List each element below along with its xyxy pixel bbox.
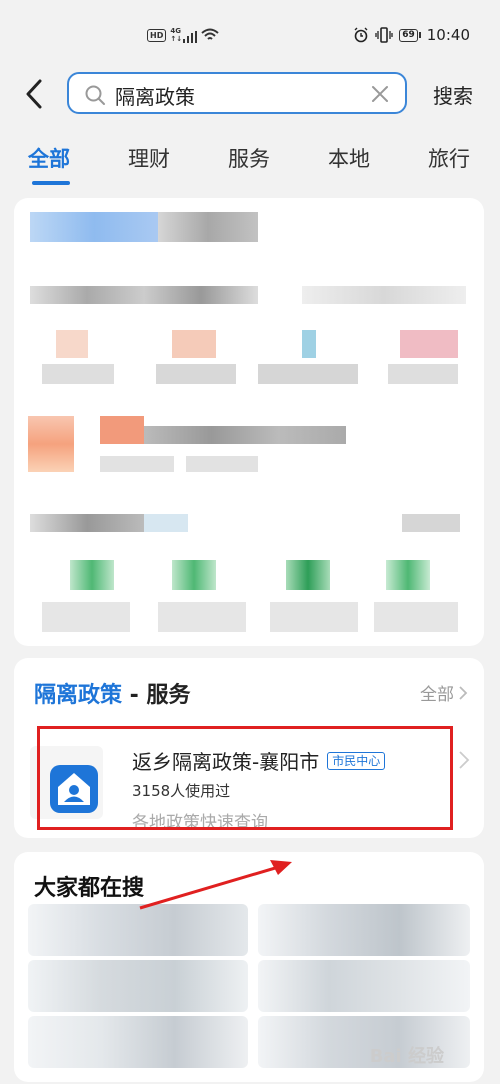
blurred-icon: [400, 330, 458, 358]
service-section-title: 隔离政策 - 服务: [34, 677, 190, 709]
back-button[interactable]: [20, 78, 50, 110]
blurred-text-row: [402, 514, 460, 532]
service-title-suffix: - 服务: [122, 683, 191, 708]
service-all-label: 全部: [420, 685, 454, 705]
popular-search-item[interactable]: [28, 960, 248, 1012]
alarm-icon: [354, 27, 368, 43]
blurred-label: [270, 602, 358, 632]
blurred-icon: [172, 330, 216, 358]
status-right: 69 10:40: [353, 26, 470, 44]
blurred-title: [158, 212, 258, 242]
blurred-text-row: [144, 514, 188, 532]
popular-search-item[interactable]: [28, 1016, 248, 1068]
blurred-green-icon: [172, 560, 216, 590]
tab-all[interactable]: 全部: [28, 143, 70, 173]
blurred-label: [388, 364, 458, 384]
blurred-icon: [302, 330, 316, 358]
chevron-right-icon: [459, 685, 468, 700]
tab-travel[interactable]: 旅行: [428, 143, 470, 173]
blurred-label: [158, 602, 246, 632]
hd-icon: HD: [147, 28, 167, 42]
blurred-green-icon: [70, 560, 114, 590]
popular-search-item[interactable]: [258, 904, 470, 956]
blurred-text-row: [144, 426, 346, 444]
blurred-icon: [56, 330, 88, 358]
search-button[interactable]: 搜索: [433, 80, 473, 109]
blurred-label: [156, 364, 236, 384]
blurred-result-card[interactable]: [14, 198, 484, 646]
clock: 10:40: [426, 26, 470, 44]
signal-label: 4G: [170, 27, 181, 35]
blurred-text-row: [186, 456, 258, 472]
blurred-text-row: [100, 456, 174, 472]
search-input[interactable]: 隔离政策: [67, 72, 407, 114]
blurred-label: [42, 364, 114, 384]
popular-searches-title: 大家都在搜: [34, 876, 145, 901]
vibrate-icon: [375, 27, 393, 43]
blurred-text-row: [302, 286, 466, 304]
status-left: HD 4G ↑↓: [147, 27, 219, 43]
popular-search-item[interactable]: [28, 904, 248, 956]
search-icon: [85, 85, 105, 105]
blurred-label: [258, 364, 358, 384]
blurred-green-icon: [286, 560, 330, 590]
status-bar: HD 4G ↑↓ 69 10:40: [0, 0, 500, 66]
chevron-right-icon: [459, 751, 470, 769]
service-title-keyword: 隔离政策: [34, 683, 123, 708]
tab-local[interactable]: 本地: [328, 143, 370, 173]
blurred-thumbnail: [28, 416, 74, 472]
signal-icon: 4G ↑↓: [170, 27, 198, 43]
service-all-link[interactable]: 全部: [420, 680, 468, 705]
blurred-logo: [30, 212, 158, 242]
clear-icon[interactable]: [371, 85, 389, 103]
blurred-green-icon: [386, 560, 430, 590]
annotation-highlight-box: [37, 726, 453, 830]
watermark: Bai 经验: [369, 1046, 444, 1067]
battery-level: 69: [399, 28, 418, 42]
tab-service[interactable]: 服务: [228, 143, 270, 173]
battery-icon: 69: [399, 28, 421, 42]
blurred-text-row: [30, 514, 144, 532]
blurred-label: [374, 602, 458, 632]
search-query[interactable]: 隔离政策: [115, 81, 195, 110]
blurred-tag: [100, 416, 144, 444]
tab-active-indicator: [32, 181, 70, 185]
signal-sub: ↑↓: [170, 35, 183, 43]
blurred-label: [42, 602, 130, 632]
wifi-icon: [201, 28, 219, 40]
blurred-text-row: [30, 286, 258, 304]
popular-search-item[interactable]: [258, 960, 470, 1012]
tab-finance[interactable]: 理财: [128, 143, 170, 173]
